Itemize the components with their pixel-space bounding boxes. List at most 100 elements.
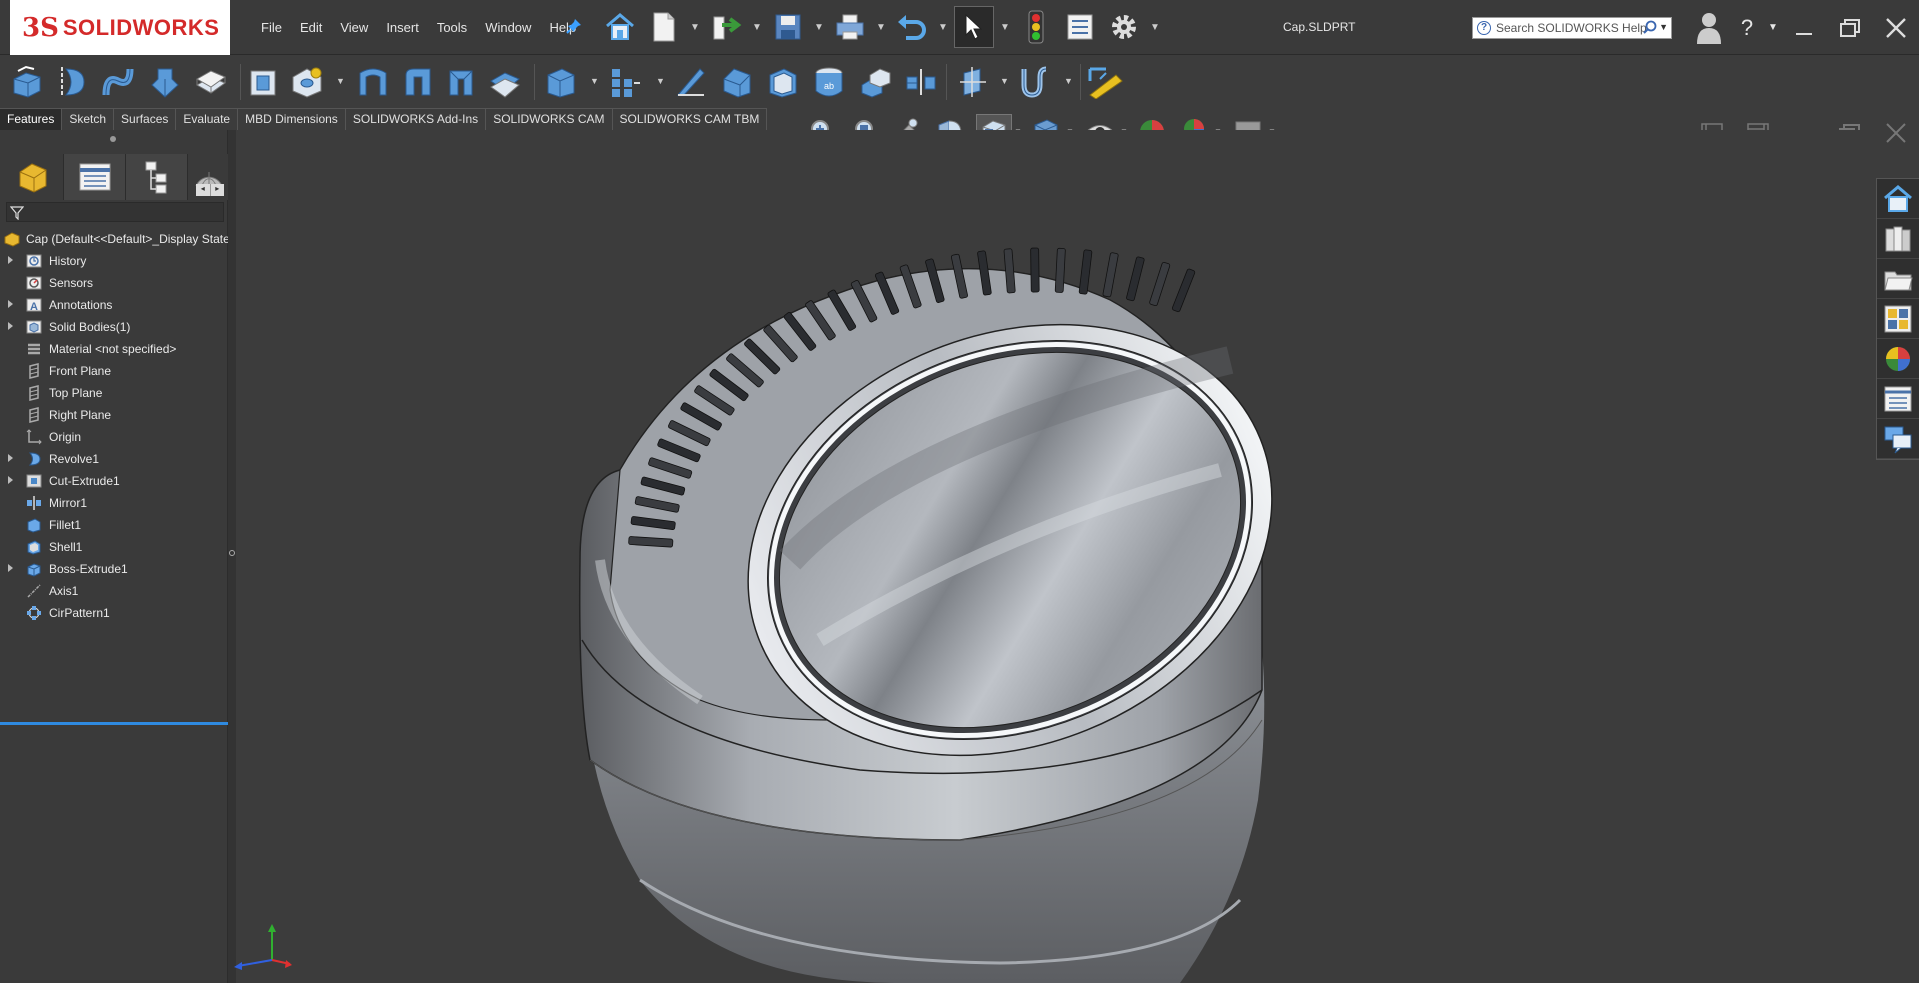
search-dropdown-icon[interactable]: ▼ [1659, 22, 1668, 32]
hole-wizard-icon[interactable] [288, 63, 326, 101]
instant3d-icon[interactable] [1086, 63, 1124, 101]
wrap-icon[interactable]: ab [810, 63, 848, 101]
open-document-icon[interactable] [706, 6, 746, 48]
reference-geometry-dropdown-icon[interactable]: ▼ [1000, 76, 1009, 86]
cap-3d-model[interactable] [236, 130, 1876, 983]
fillet-dropdown-icon[interactable]: ▼ [590, 76, 599, 86]
file-properties-icon[interactable] [1060, 6, 1100, 48]
tree-item-solid-bodies-1[interactable]: Solid Bodies(1) [0, 316, 228, 338]
splitter-grip[interactable] [229, 550, 235, 556]
minimize-icon[interactable] [1781, 8, 1827, 48]
options-dropdown-icon[interactable]: ▼ [1148, 6, 1162, 48]
tab-surfaces[interactable]: Surfaces [114, 108, 177, 130]
file-explorer-icon[interactable] [1877, 259, 1919, 299]
design-library-icon[interactable] [1877, 219, 1919, 259]
menu-tools[interactable]: Tools [428, 18, 476, 37]
select-dropdown-icon[interactable]: ▼ [998, 6, 1012, 48]
tree-item-annotations[interactable]: A Annotations [0, 294, 228, 316]
menu-insert[interactable]: Insert [377, 18, 428, 37]
revolved-boss-icon[interactable] [54, 63, 92, 101]
rib-icon[interactable] [672, 63, 710, 101]
mirror-icon[interactable] [902, 63, 940, 101]
pin-menu-icon[interactable] [566, 18, 582, 34]
boundary-cut-icon[interactable] [486, 63, 524, 101]
save-dropdown-icon[interactable]: ▼ [812, 6, 826, 48]
extruded-boss-icon[interactable] [8, 63, 46, 101]
tree-item-top-plane[interactable]: Top Plane [0, 382, 228, 404]
menu-view[interactable]: View [331, 18, 377, 37]
menu-window[interactable]: Window [476, 18, 540, 37]
tree-filter-field[interactable] [6, 202, 224, 222]
expand-arrow-icon[interactable] [8, 322, 13, 330]
extruded-cut-icon[interactable] [244, 63, 282, 101]
view-palette-icon[interactable] [1877, 299, 1919, 339]
panel-splitter[interactable] [228, 130, 236, 983]
curves-dropdown-icon[interactable]: ▼ [1064, 76, 1073, 86]
tree-item-shell1[interactable]: Shell1 [0, 536, 228, 558]
tab-sketch[interactable]: Sketch [62, 108, 115, 130]
search-icon[interactable] [1643, 20, 1657, 37]
solidworks-resources-icon[interactable] [1877, 179, 1919, 219]
fillet-icon[interactable] [542, 63, 580, 101]
tree-item-material-not-specified[interactable]: Material <not specified> [0, 338, 228, 360]
print-dropdown-icon[interactable]: ▼ [874, 6, 888, 48]
solidworks-logo[interactable]: 3S SOLIDWORKS [10, 0, 230, 55]
search-help-field[interactable]: ? Search SOLIDWORKS Help ▼ [1472, 17, 1672, 39]
print-icon[interactable] [830, 6, 870, 48]
options-gear-icon[interactable] [1104, 6, 1144, 48]
menu-edit[interactable]: Edit [291, 18, 331, 37]
appearances-scenes-icon[interactable] [1877, 339, 1919, 379]
expand-arrow-icon[interactable] [8, 476, 13, 484]
home-icon[interactable] [600, 6, 640, 48]
open-dropdown-icon[interactable]: ▼ [750, 6, 764, 48]
tab-features[interactable]: Features [0, 108, 63, 130]
tab-scroll-arrows[interactable]: ◂ ▸ [196, 184, 224, 196]
help-dropdown-icon[interactable]: ▼ [1765, 8, 1781, 48]
tree-item-right-plane[interactable]: Right Plane [0, 404, 228, 426]
reference-geometry-icon[interactable] [954, 63, 992, 101]
expand-arrow-icon[interactable] [8, 564, 13, 572]
swept-cut-icon[interactable] [398, 63, 436, 101]
close-icon[interactable] [1873, 8, 1919, 48]
rebuild-traffic-light-icon[interactable] [1016, 6, 1056, 48]
draft-icon[interactable] [718, 63, 756, 101]
tree-item-cirpattern1[interactable]: CirPattern1 [0, 602, 228, 624]
lofted-boss-icon[interactable] [146, 63, 184, 101]
panel-collapse-handle[interactable] [110, 136, 116, 142]
tab-solidworks-cam-tbm[interactable]: SOLIDWORKS CAM TBM [612, 108, 768, 130]
undo-dropdown-icon[interactable]: ▼ [936, 6, 950, 48]
tab-evaluate[interactable]: Evaluate [176, 108, 239, 130]
lofted-cut-icon[interactable] [442, 63, 480, 101]
propertymanager-tab-icon[interactable] [64, 154, 126, 200]
tree-item-sensors[interactable]: Sensors [0, 272, 228, 294]
forum-icon[interactable] [1877, 419, 1919, 459]
restore-icon[interactable] [1827, 8, 1873, 48]
linear-pattern-icon[interactable] [606, 63, 644, 101]
expand-arrow-icon[interactable] [8, 454, 13, 462]
select-pointer-icon[interactable] [954, 6, 994, 48]
tab-solidworks-cam[interactable]: SOLIDWORKS CAM [486, 108, 613, 130]
shell-icon[interactable] [764, 63, 802, 101]
tree-item-mirror1[interactable]: Mirror1 [0, 492, 228, 514]
user-account-icon[interactable] [1689, 8, 1729, 48]
custom-properties-icon[interactable] [1877, 379, 1919, 419]
curves-icon[interactable] [1016, 63, 1054, 101]
tree-item-axis1[interactable]: Axis1 [0, 580, 228, 602]
help-icon[interactable]: ? [1729, 8, 1765, 48]
tab-solidworks-add-ins[interactable]: SOLIDWORKS Add-Ins [345, 108, 487, 130]
tree-item-fillet1[interactable]: Fillet1 [0, 514, 228, 536]
rollback-bar[interactable] [0, 722, 228, 725]
hole-dropdown-icon[interactable]: ▼ [336, 76, 345, 86]
expand-arrow-icon[interactable] [8, 256, 13, 264]
boundary-boss-icon[interactable] [192, 63, 230, 101]
featuremanager-tab-icon[interactable] [2, 154, 64, 200]
tree-item-history[interactable]: History [0, 250, 228, 272]
intersect-icon[interactable] [856, 63, 894, 101]
tree-item-boss-extrude1[interactable]: Boss-Extrude1 [0, 558, 228, 580]
tree-item-cut-extrude1[interactable]: Cut-Extrude1 [0, 470, 228, 492]
save-icon[interactable] [768, 6, 808, 48]
tab-mbd-dimensions[interactable]: MBD Dimensions [238, 108, 346, 130]
tree-item-front-plane[interactable]: Front Plane [0, 360, 228, 382]
undo-icon[interactable] [892, 6, 932, 48]
configurationmanager-tab-icon[interactable] [126, 154, 188, 200]
